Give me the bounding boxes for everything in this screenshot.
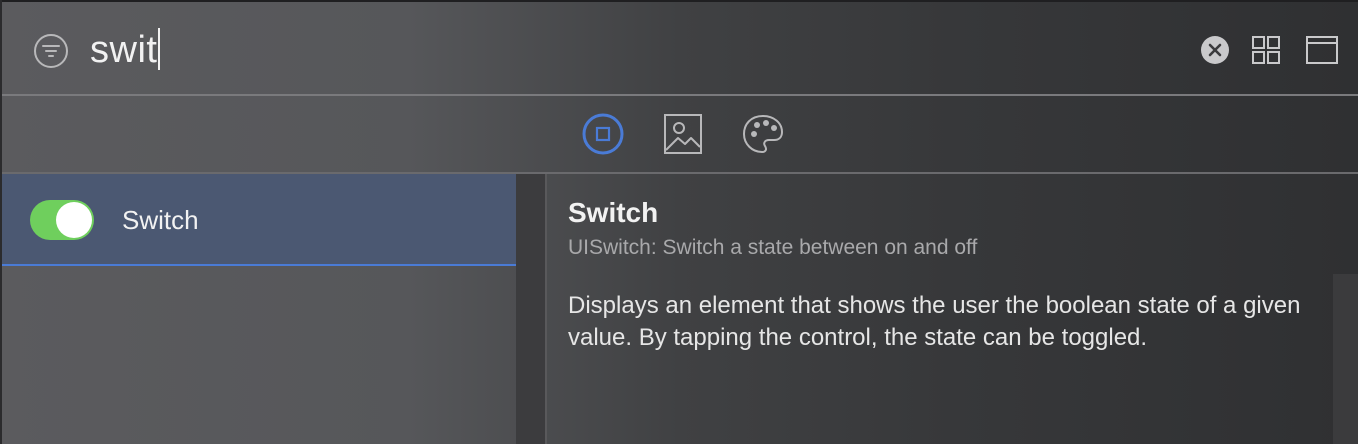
list-item-switch[interactable]: Switch: [2, 174, 516, 266]
grid-view-icon[interactable]: [1251, 35, 1281, 65]
text-caret: [158, 28, 161, 70]
library-segment-control: [2, 96, 1358, 172]
search-bar: swit: [2, 2, 1358, 94]
search-query: swit: [90, 29, 158, 71]
object-square-icon[interactable]: [581, 112, 625, 156]
detail-pane: Switch UISwitch: Switch a state between …: [547, 174, 1358, 444]
detail-title: Switch: [568, 197, 659, 228]
detail-subtitle: UISwitch: Switch a state between on and …: [568, 236, 978, 259]
detail-scrollbar[interactable]: [1333, 274, 1358, 444]
window-icon[interactable]: [1305, 35, 1339, 65]
palette-icon[interactable]: [741, 112, 785, 156]
filter-icon[interactable]: [33, 33, 69, 69]
toggle-knob: [56, 202, 92, 238]
pane-splitter[interactable]: [516, 174, 546, 444]
image-icon[interactable]: [661, 112, 705, 156]
clear-search-icon[interactable]: [1200, 35, 1230, 65]
library-list: Switch: [2, 174, 516, 444]
list-item-label: Switch: [122, 205, 199, 235]
search-input[interactable]: swit: [90, 24, 790, 76]
library-window: swit Switch Switch UISwitch: Switch a st…: [0, 0, 1358, 444]
switch-toggle-icon: [30, 200, 94, 240]
detail-description: Displays an element that shows the user …: [568, 292, 1301, 351]
